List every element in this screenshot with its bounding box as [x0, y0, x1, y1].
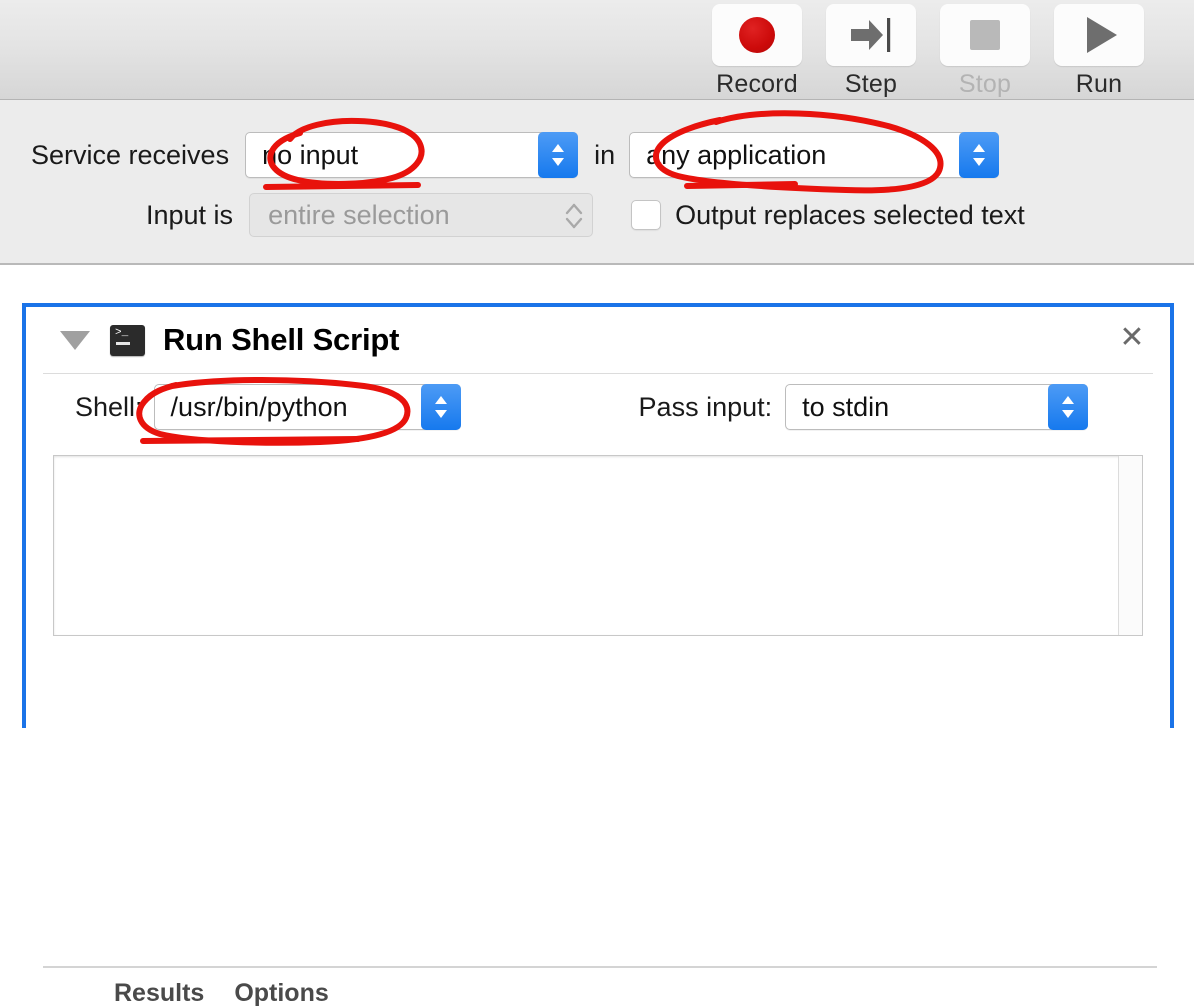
run-button[interactable]: Run	[1054, 4, 1144, 99]
terminal-prompt-glyph: >_	[115, 326, 129, 339]
chevron-updown-icon	[564, 194, 584, 238]
stop-button: Stop	[940, 4, 1030, 99]
service-receives-dropdown[interactable]: no input	[245, 132, 579, 178]
close-icon[interactable]: ✕	[1115, 321, 1149, 355]
input-is-dropdown: entire selection	[249, 193, 594, 238]
pass-input-dropdown[interactable]: to stdin	[785, 384, 1089, 430]
play-triangle-icon	[1087, 17, 1117, 53]
service-config-panel: Service receives no input in any applica…	[0, 100, 1194, 265]
output-replaces-row[interactable]: Output replaces selected text	[631, 200, 1025, 231]
shell-dropdown[interactable]: /usr/bin/python	[153, 384, 461, 430]
output-replaces-label: Output replaces selected text	[675, 199, 1025, 230]
record-button-face	[712, 4, 802, 66]
run-button-label: Run	[1075, 70, 1123, 98]
tabs-separator	[43, 966, 1157, 968]
run-button-face	[1054, 4, 1144, 66]
action-header: >_ Run Shell Script ✕	[43, 307, 1153, 374]
service-receives-row: Service receives no input in any applica…	[0, 130, 1194, 180]
service-receives-label: Service receives	[31, 139, 230, 170]
script-textarea-value	[54, 456, 1142, 468]
in-label: in	[594, 139, 616, 170]
input-is-value: entire selection	[268, 199, 450, 230]
pass-input-label: Pass input:	[638, 391, 773, 422]
automator-service-editor: Record Step Stop Run Service receives no…	[0, 0, 1194, 1007]
record-button-label: Record	[716, 70, 798, 98]
chevron-updown-icon[interactable]	[1048, 384, 1089, 430]
stop-button-label: Stop	[958, 70, 1012, 98]
action-title: Run Shell Script	[163, 322, 400, 357]
shell-row: Shell: /usr/bin/python Pass input: to st…	[43, 374, 1153, 440]
record-circle-icon	[739, 17, 775, 53]
service-receives-value: no input	[262, 139, 359, 170]
script-textarea[interactable]	[53, 455, 1143, 636]
stop-button-face	[940, 4, 1030, 66]
application-dropdown[interactable]: any application	[629, 132, 1000, 178]
terminal-cursor-glyph	[116, 341, 130, 345]
step-button-label: Step	[844, 70, 898, 98]
action-tabs: Results Options	[114, 979, 329, 1008]
step-button[interactable]: Step	[826, 4, 916, 99]
chevron-updown-icon[interactable]	[420, 384, 461, 430]
shell-value: /usr/bin/python	[170, 391, 348, 422]
chevron-updown-icon[interactable]	[959, 132, 1000, 178]
input-is-label: Input is	[146, 199, 234, 230]
toolbar-button-group: Record Step Stop Run	[712, 4, 1144, 99]
record-button[interactable]: Record	[712, 4, 802, 99]
step-arrow-icon	[849, 18, 893, 52]
step-button-face	[826, 4, 916, 66]
script-scrollbar[interactable]	[1118, 456, 1142, 635]
chevron-updown-icon[interactable]	[538, 132, 579, 178]
triangle-down-icon[interactable]	[60, 330, 90, 350]
terminal-icon: >_	[110, 324, 145, 356]
tab-results[interactable]: Results	[114, 979, 204, 1008]
output-replaces-checkbox[interactable]	[631, 200, 662, 230]
input-is-row: Input is entire selection Output replace…	[0, 190, 1194, 240]
stop-square-icon	[970, 20, 1000, 50]
shell-label: Shell:	[75, 391, 143, 422]
pass-input-value: to stdin	[802, 391, 890, 422]
application-value: any application	[646, 139, 827, 170]
tab-options[interactable]: Options	[234, 979, 328, 1008]
toolbar: Record Step Stop Run	[0, 0, 1194, 100]
